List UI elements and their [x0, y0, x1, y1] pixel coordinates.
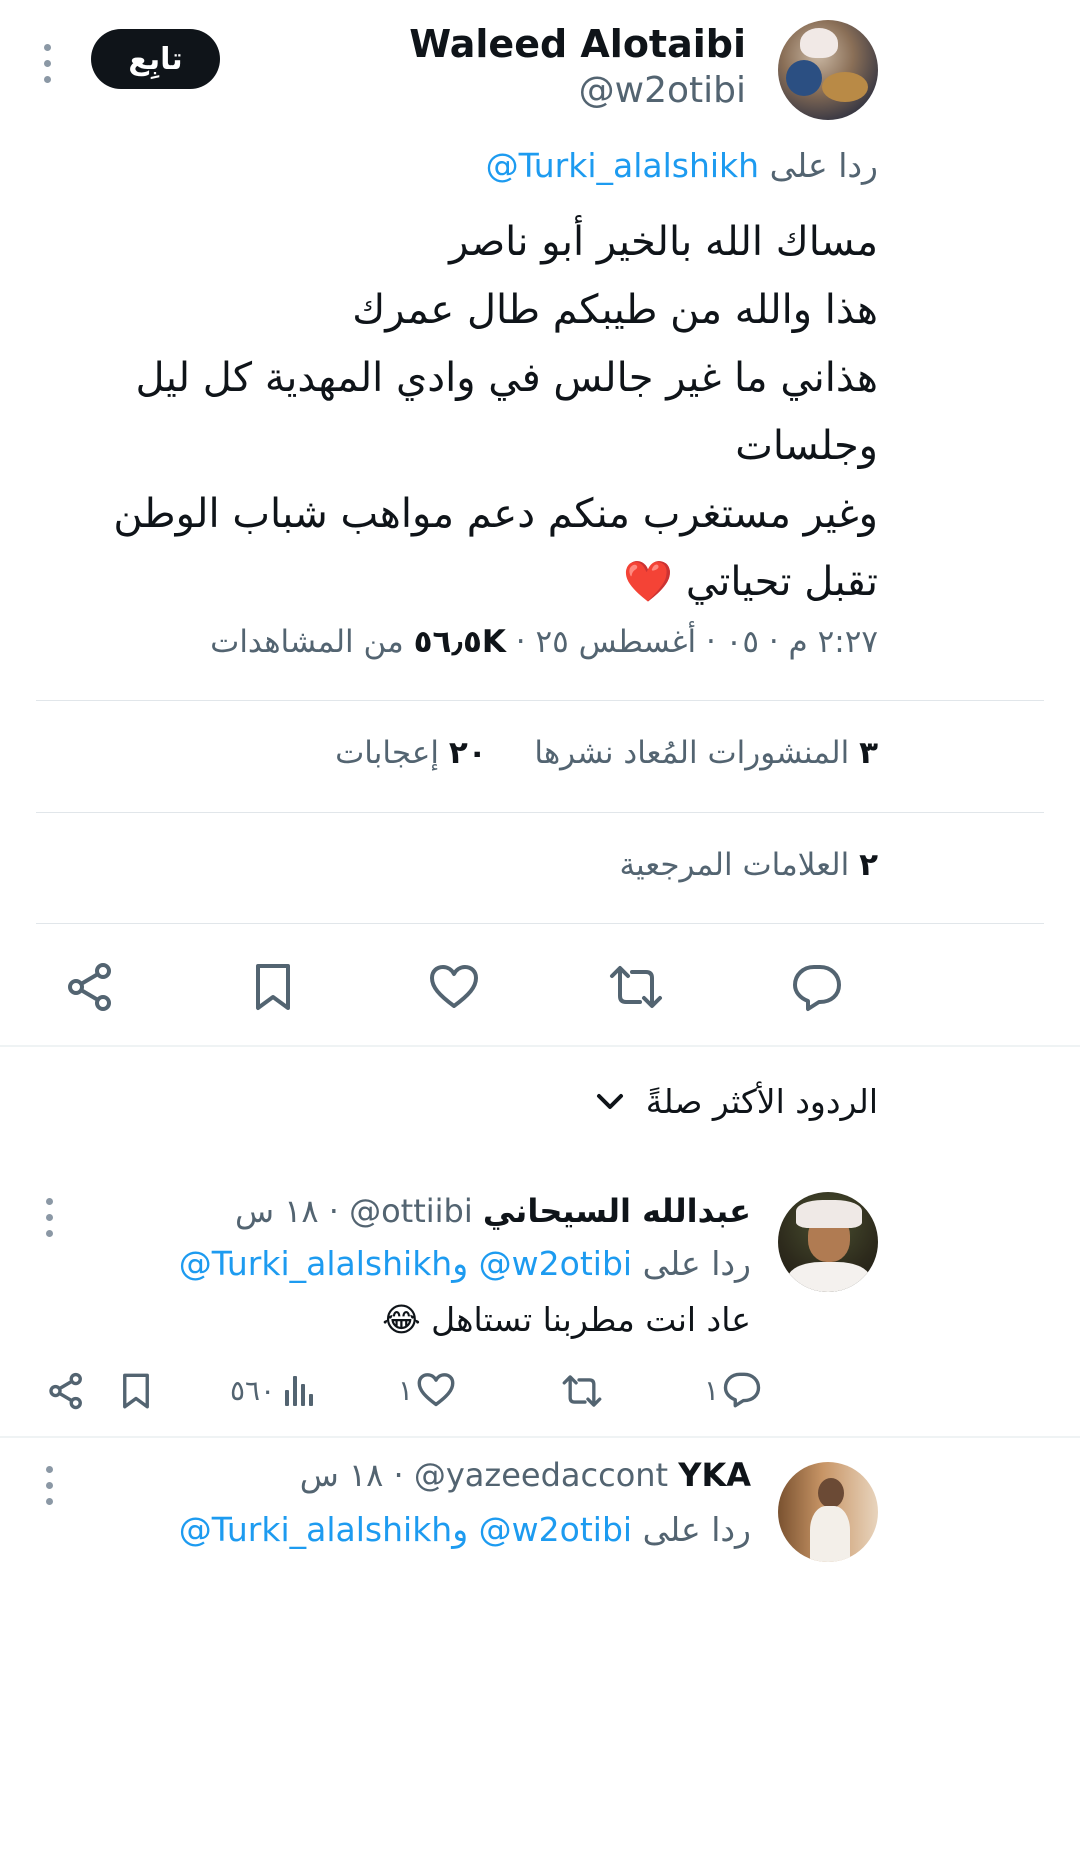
- views-stat[interactable]: ٥٦٠: [230, 1372, 315, 1408]
- bookmark-icon[interactable]: [121, 1372, 151, 1410]
- post-action-bar: [0, 940, 1080, 1040]
- views-icon: [285, 1376, 314, 1406]
- reply-mention[interactable]: @Turki_alalshikh: [179, 1244, 453, 1283]
- repost-icon[interactable]: [561, 1374, 603, 1408]
- heart-emoji: ❤️: [623, 559, 674, 605]
- reply-count: ١: [704, 1373, 720, 1407]
- heart-icon: [417, 1373, 455, 1407]
- reply-icon[interactable]: [792, 964, 842, 1012]
- reply-author-handle[interactable]: @ottiibi: [349, 1192, 473, 1230]
- reply-mention[interactable]: @Turki_alalshikh: [179, 1510, 453, 1549]
- reposts-label: المنشورات المُعاد نشرها: [534, 735, 850, 771]
- post-line: تقبل تحياتي ❤️: [18, 548, 878, 616]
- follow-button[interactable]: تابِع: [91, 29, 220, 89]
- post-text: مساك الله بالخير أبو ناصر هذا والله من ط…: [18, 208, 878, 616]
- chevron-down-icon: [596, 1093, 624, 1111]
- post-line: وغير مستغرب منكم دعم مواهب شباب الوطن: [113, 491, 878, 537]
- author-handle[interactable]: @w2otibi: [579, 70, 746, 111]
- more-dot: [46, 1482, 53, 1489]
- more-dot: [46, 1214, 53, 1221]
- reply-mention-joiner: و: [452, 1510, 479, 1549]
- more-dot: [46, 1230, 53, 1237]
- views-count: ٥٦٫٥K: [413, 624, 506, 660]
- reply-to-prefix: ردا على: [769, 146, 878, 185]
- reply-mention[interactable]: @w2otibi: [479, 1244, 632, 1283]
- reply-to-handle[interactable]: @Turki_alalshikh: [486, 146, 760, 185]
- reply-mention-joiner: و: [452, 1244, 479, 1283]
- more-dot: [44, 44, 51, 51]
- laughing-emoji: 😂: [382, 1300, 421, 1339]
- reply-to-line: ردا على @w2otibi و@Turki_alalshikh: [179, 1244, 751, 1283]
- bookmarks-count: ٢: [859, 847, 878, 883]
- reposts-stat[interactable]: ٣ المنشورات المُعاد نشرها: [534, 735, 878, 771]
- reply-action-bar: ٥٦٠ ١ ١: [0, 1366, 1080, 1416]
- post-line: وجلسات: [735, 423, 878, 469]
- more-dot: [46, 1498, 53, 1505]
- more-dot: [46, 1198, 53, 1205]
- section-divider: [0, 1045, 1080, 1047]
- likes-count: ٢٠: [448, 735, 487, 771]
- reply-time[interactable]: · ١٨ س: [300, 1456, 404, 1494]
- share-icon[interactable]: [48, 1372, 84, 1410]
- reply-to-prefix: ردا على: [642, 1244, 751, 1283]
- reply-author-handle[interactable]: @yazeedaccont: [414, 1456, 668, 1494]
- reply-avatar[interactable]: [778, 1462, 878, 1562]
- bookmarks-stat[interactable]: ٢ العلامات المرجعية: [619, 847, 878, 883]
- reply-header: YKA @yazeedaccont · ١٨ س: [300, 1456, 751, 1494]
- reply-text-body: عاد انت مطربنا تستاهل: [431, 1300, 751, 1339]
- heart-icon[interactable]: [429, 964, 479, 1010]
- more-dot: [44, 60, 51, 67]
- post-line: هذاني ما غير جالس في وادي المهدية كل ليل: [135, 355, 879, 401]
- reply-text: عاد انت مطربنا تستاهل 😂: [382, 1300, 751, 1339]
- divider: [36, 923, 1044, 924]
- reply-to-prefix: ردا على: [642, 1510, 751, 1549]
- reply-header: عبدالله السيحاني @ottiibi · ١٨ س: [235, 1192, 751, 1230]
- reply-to-line: ردا على @Turki_alalshikh: [486, 146, 878, 185]
- follow-button-label: تابِع: [128, 41, 183, 77]
- repost-icon[interactable]: [608, 964, 664, 1010]
- bookmarks-label: العلامات المرجعية: [619, 847, 850, 883]
- likes-stat[interactable]: ٢٠ إعجابات: [335, 735, 487, 771]
- bookmark-icon[interactable]: [253, 962, 293, 1012]
- post-author-avatar[interactable]: [778, 20, 878, 120]
- like-stat[interactable]: ١: [398, 1372, 455, 1408]
- reply-more-button[interactable]: [46, 1466, 53, 1505]
- more-dot: [46, 1466, 53, 1473]
- section-divider: [0, 1436, 1080, 1438]
- reply-more-button[interactable]: [46, 1198, 53, 1237]
- divider: [36, 700, 1044, 701]
- post-line: مساك الله بالخير أبو ناصر: [449, 219, 878, 265]
- reply-author-name[interactable]: عبدالله السيحاني: [483, 1192, 751, 1230]
- reply-to-line: ردا على @w2otibi و@Turki_alalshikh: [179, 1510, 751, 1549]
- more-dot: [44, 76, 51, 83]
- views-count: ٥٦٠: [230, 1373, 276, 1407]
- like-count: ١: [398, 1373, 414, 1407]
- views-label: من المشاهدات: [210, 624, 414, 660]
- reposts-count: ٣: [859, 735, 878, 771]
- post-line: هذا والله من طيبكم طال عمرك: [352, 287, 878, 333]
- post-meta: ٢:٢٧ م · ٠٥ · أغسطس ٢٥ · ٥٦٫٥K من المشاه…: [210, 624, 878, 660]
- reply-time[interactable]: · ١٨ س: [235, 1192, 339, 1230]
- reply-author-name[interactable]: YKA: [678, 1456, 751, 1494]
- reply-icon: [723, 1372, 761, 1408]
- share-icon[interactable]: [66, 962, 114, 1012]
- reply-mention[interactable]: @w2otibi: [479, 1510, 632, 1549]
- author-name[interactable]: Waleed Alotaibi: [409, 22, 746, 66]
- post-more-button[interactable]: [44, 44, 51, 83]
- engagement-stats: ٣ المنشورات المُعاد نشرها ٢٠ إعجابات: [335, 735, 878, 771]
- likes-label: إعجابات: [335, 735, 439, 771]
- reply-card[interactable]: عبدالله السيحاني @ottiibi · ١٨ س ردا على…: [0, 1160, 1080, 1438]
- reply-avatar[interactable]: [778, 1192, 878, 1292]
- reply-card[interactable]: YKA @yazeedaccont · ١٨ س ردا على @w2otib…: [0, 1440, 1080, 1865]
- replies-sort-toggle[interactable]: الردود الأكثر صلةً: [596, 1082, 878, 1121]
- reply-stat[interactable]: ١: [704, 1372, 761, 1408]
- sort-label: الردود الأكثر صلةً: [645, 1082, 878, 1121]
- post-timestamp[interactable]: ٢:٢٧ م · ٠٥ · أغسطس ٢٥ ·: [506, 624, 878, 660]
- post-line-text: تقبل تحياتي: [685, 559, 878, 605]
- divider: [36, 812, 1044, 813]
